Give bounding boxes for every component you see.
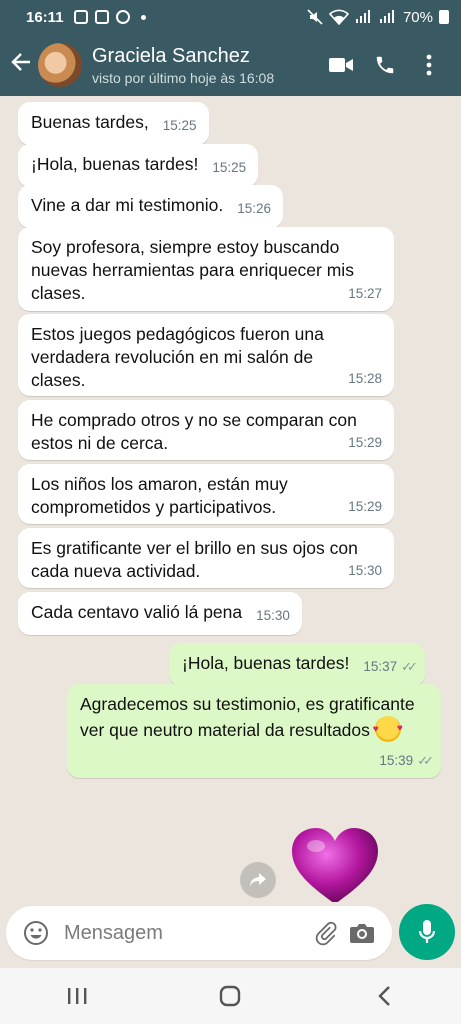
more-notifications-icon xyxy=(140,14,146,20)
message-time: 15:25 xyxy=(162,118,197,133)
app-bar: Graciela Sanchez visto por último hoje à… xyxy=(0,34,461,96)
smiling-face-with-hearts-icon xyxy=(373,716,403,742)
heart-sticker[interactable] xyxy=(290,826,380,902)
chat-header: 16:11 70% Graciela Sanchez visto por últ… xyxy=(0,0,461,96)
system-nav-bar xyxy=(0,968,461,1024)
sync-notification-icon xyxy=(115,10,130,24)
message-in[interactable]: ¡Hola, buenas tardes! 15:25 xyxy=(18,144,259,187)
message-in[interactable]: He comprado otros y no se comparan con e… xyxy=(18,400,394,460)
message-in[interactable]: Soy profesora, siempre estoy buscando nu… xyxy=(18,227,394,311)
contact-info[interactable]: Graciela Sanchez visto por último hoje à… xyxy=(92,44,319,86)
message-time: 15:29 xyxy=(348,435,382,450)
message-time: 15:37 ✓✓ xyxy=(363,655,418,678)
contact-name: Graciela Sanchez xyxy=(92,45,250,67)
mic-button[interactable] xyxy=(399,904,455,960)
message-input-bar xyxy=(6,906,392,960)
last-seen: visto por último hoje às 16:08 xyxy=(92,70,275,86)
message-time: 15:30 xyxy=(256,608,290,623)
message-in[interactable]: Cada centavo valió lá pena 15:30 xyxy=(18,592,302,635)
message-time: 15:27 xyxy=(348,286,382,301)
home-icon[interactable] xyxy=(200,976,260,1016)
more-vert-icon[interactable] xyxy=(407,54,451,76)
status-time: 16:11 xyxy=(26,8,64,26)
back-arrow-icon[interactable] xyxy=(10,51,38,80)
message-input[interactable] xyxy=(64,921,308,945)
status-bar: 16:11 70% xyxy=(0,0,461,34)
battery-text: 70% xyxy=(402,8,433,26)
message-time: 15:29 xyxy=(348,499,382,514)
double-check-icon: ✓✓ xyxy=(417,753,434,768)
signal-2-icon xyxy=(379,10,394,23)
recents-icon[interactable] xyxy=(47,976,107,1016)
forward-icon[interactable] xyxy=(240,862,276,898)
chat-area[interactable]: Buenas tardes, 15:25 ¡Hola, buenas tardes… xyxy=(0,96,461,902)
battery-icon xyxy=(439,10,449,24)
message-in[interactable]: Vine a dar mi testimonio. 15:26 xyxy=(18,185,284,228)
emoji-icon[interactable] xyxy=(18,920,54,946)
message-in[interactable]: Los niños los amaron, están muy comprome… xyxy=(18,464,394,524)
camera-icon[interactable] xyxy=(344,922,380,944)
signal-icon xyxy=(355,10,370,23)
message-time: 15:30 xyxy=(348,563,382,578)
message-time: 15:28 xyxy=(348,371,382,386)
message-out[interactable]: Agradecemos su testimonio, es gratifican… xyxy=(67,684,441,778)
back-nav-icon[interactable] xyxy=(354,976,414,1016)
double-check-icon: ✓✓ xyxy=(401,659,418,674)
gallery-notification-icon xyxy=(73,10,88,24)
message-in[interactable]: Estos juegos pedagógicos fueron una verd… xyxy=(18,314,394,396)
message-out[interactable]: ¡Hola, buenas tardes! 15:37 ✓✓ xyxy=(169,643,425,686)
mute-icon xyxy=(307,9,323,25)
attach-icon[interactable] xyxy=(308,920,344,946)
notification-icon xyxy=(94,10,109,24)
phone-icon[interactable] xyxy=(363,54,407,76)
video-call-icon[interactable] xyxy=(319,56,363,74)
message-time: 15:26 xyxy=(237,201,272,216)
mic-icon xyxy=(418,920,436,943)
message-in[interactable]: Buenas tardes, 15:25 xyxy=(18,102,209,145)
message-time: 15:25 xyxy=(212,160,247,175)
message-time: 15:39 ✓✓ xyxy=(379,749,434,772)
wifi-icon xyxy=(328,9,349,25)
avatar[interactable] xyxy=(38,43,82,87)
message-in[interactable]: Es gratificante ver el brillo en sus ojo… xyxy=(18,528,394,588)
